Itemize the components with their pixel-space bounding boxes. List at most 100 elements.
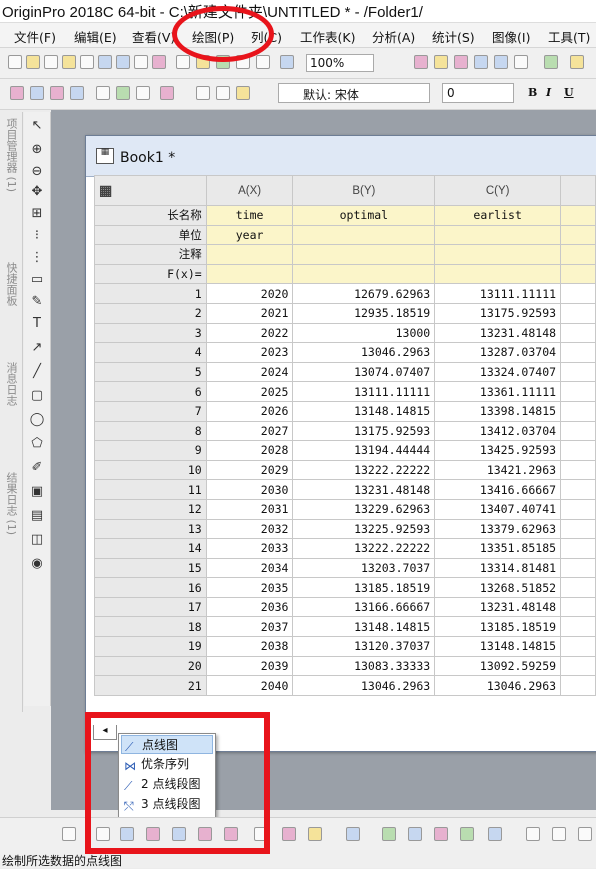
region-select-icon[interactable]: ▭	[28, 272, 46, 287]
save-template-icon[interactable]	[256, 55, 270, 69]
cell[interactable]: 2038	[205, 636, 294, 657]
row-number[interactable]: 10	[94, 459, 207, 481]
cell[interactable]	[560, 655, 596, 677]
cell[interactable]	[560, 557, 596, 579]
menu-image[interactable]: 图像(I)	[492, 27, 530, 46]
cell[interactable]	[560, 596, 596, 618]
cell[interactable]	[560, 440, 596, 461]
cell[interactable]	[292, 263, 436, 285]
row-label-comments[interactable]: 注释	[94, 244, 207, 265]
cell[interactable]: 13229.62963	[292, 498, 436, 520]
paste-icon[interactable]	[216, 86, 230, 100]
new-folder-icon[interactable]	[26, 55, 40, 69]
new-graph-icon[interactable]	[80, 55, 94, 69]
cell[interactable]	[560, 675, 596, 696]
cell[interactable]: 13361.11111	[434, 381, 562, 402]
cell[interactable]: 2032	[205, 518, 294, 540]
cell[interactable]: 2025	[205, 381, 294, 402]
cell[interactable]: 13046.2963	[292, 675, 436, 696]
new-layout-icon[interactable]	[116, 55, 130, 69]
cell[interactable]: 2029	[205, 459, 294, 481]
cell[interactable]: 13231.48148	[434, 322, 562, 344]
zoom-icon[interactable]: ⊕	[28, 142, 46, 157]
cell[interactable]: 2022	[205, 322, 294, 344]
menu-view[interactable]: 查看(V)	[132, 27, 175, 46]
cell[interactable]: 2039	[205, 655, 294, 677]
refresh-icon[interactable]	[414, 55, 428, 69]
format-painter-icon[interactable]	[236, 86, 250, 100]
cell[interactable]: 2023	[205, 342, 294, 363]
merge-graph-icon[interactable]	[526, 827, 540, 841]
cell[interactable]: 13324.07407	[434, 361, 562, 383]
row-number[interactable]: 13	[94, 518, 207, 540]
cell[interactable]: 13351.85185	[434, 538, 562, 559]
cell[interactable]: 13046.2963	[434, 675, 562, 696]
row-number[interactable]: 6	[94, 381, 207, 402]
workbook-title-bar[interactable]: ▦ Book1 *	[86, 136, 596, 177]
cell[interactable]	[560, 224, 596, 246]
cell[interactable]: 2036	[205, 596, 294, 618]
freehand-tool-icon[interactable]: ✐	[28, 460, 46, 475]
cell[interactable]: 13120.37037	[292, 636, 436, 657]
cell[interactable]	[292, 244, 436, 265]
menu-worksheet[interactable]: 工作表(K)	[300, 27, 355, 46]
cell[interactable]	[434, 263, 562, 285]
cell[interactable]	[560, 636, 596, 657]
row-number[interactable]: 4	[94, 342, 207, 363]
cell[interactable]	[560, 263, 596, 285]
cell[interactable]: 13416.66667	[434, 479, 562, 500]
row-number[interactable]: 19	[94, 636, 207, 657]
contour-icon[interactable]	[346, 827, 360, 841]
cell[interactable]	[560, 302, 596, 324]
annotate-icon[interactable]: ◫	[28, 532, 46, 547]
cell[interactable]: 13083.33333	[292, 655, 436, 677]
cell[interactable]: 13425.92593	[434, 440, 562, 461]
print-icon[interactable]	[280, 55, 294, 69]
new-project-icon[interactable]	[8, 55, 22, 69]
cell[interactable]: 2035	[205, 577, 294, 598]
line-plot-icon[interactable]	[62, 827, 76, 841]
italic-button[interactable]: I	[546, 86, 551, 99]
draw-data-icon[interactable]: ✎	[28, 294, 46, 309]
cell[interactable]: 13175.92593	[434, 302, 562, 324]
new-excel-icon[interactable]	[152, 55, 166, 69]
new-function-icon[interactable]	[98, 55, 112, 69]
cell[interactable]: 2037	[205, 616, 294, 638]
cell[interactable]	[560, 244, 596, 265]
cell[interactable]: 2024	[205, 361, 294, 383]
zoom-out-icon[interactable]: ⊖	[28, 164, 46, 179]
row-number[interactable]: 2	[94, 302, 207, 324]
column-header-c[interactable]: C(Y)	[434, 175, 562, 206]
data-reader-icon[interactable]: ⁝	[28, 228, 46, 243]
rectangle-tool-icon[interactable]: ▢	[28, 388, 46, 403]
row-number[interactable]: 5	[94, 361, 207, 383]
cell[interactable]	[560, 283, 596, 304]
column-header-empty[interactable]	[560, 175, 596, 206]
cell[interactable]: 2040	[205, 675, 294, 696]
stats-icon[interactable]	[116, 86, 130, 100]
row-number[interactable]: 12	[94, 498, 207, 520]
apps-icon[interactable]	[570, 55, 584, 69]
cell[interactable]: 13231.48148	[434, 596, 562, 618]
cell[interactable]	[560, 538, 596, 559]
zoom-dropdown[interactable]: 100%	[306, 54, 374, 72]
text-tool-icon[interactable]: T	[28, 316, 46, 331]
cell[interactable]: 13231.48148	[292, 479, 436, 500]
row-number[interactable]: 8	[94, 420, 207, 442]
results-log-tab[interactable]: 结果日志 (1)	[3, 472, 19, 535]
mask-icon[interactable]	[136, 86, 150, 100]
results-log-icon[interactable]	[494, 55, 508, 69]
font-size-dropdown[interactable]: 0	[442, 83, 514, 103]
menu-statistics[interactable]: 统计(S)	[432, 27, 475, 46]
cell[interactable]: 2028	[205, 440, 294, 461]
cell[interactable]: 13166.66667	[292, 596, 436, 618]
quick-panel-tab[interactable]: 快捷面板	[3, 262, 19, 306]
menu-analysis[interactable]: 分析(A)	[372, 27, 415, 46]
cell[interactable]	[560, 381, 596, 402]
cell[interactable]: time	[205, 205, 294, 226]
cell[interactable]: 2020	[205, 283, 294, 304]
cell[interactable]: 13111.11111	[292, 381, 436, 402]
new-matrix-icon[interactable]	[62, 55, 76, 69]
cell[interactable]: 13421.2963	[434, 459, 562, 481]
cell[interactable]: 12935.18519	[292, 302, 436, 324]
